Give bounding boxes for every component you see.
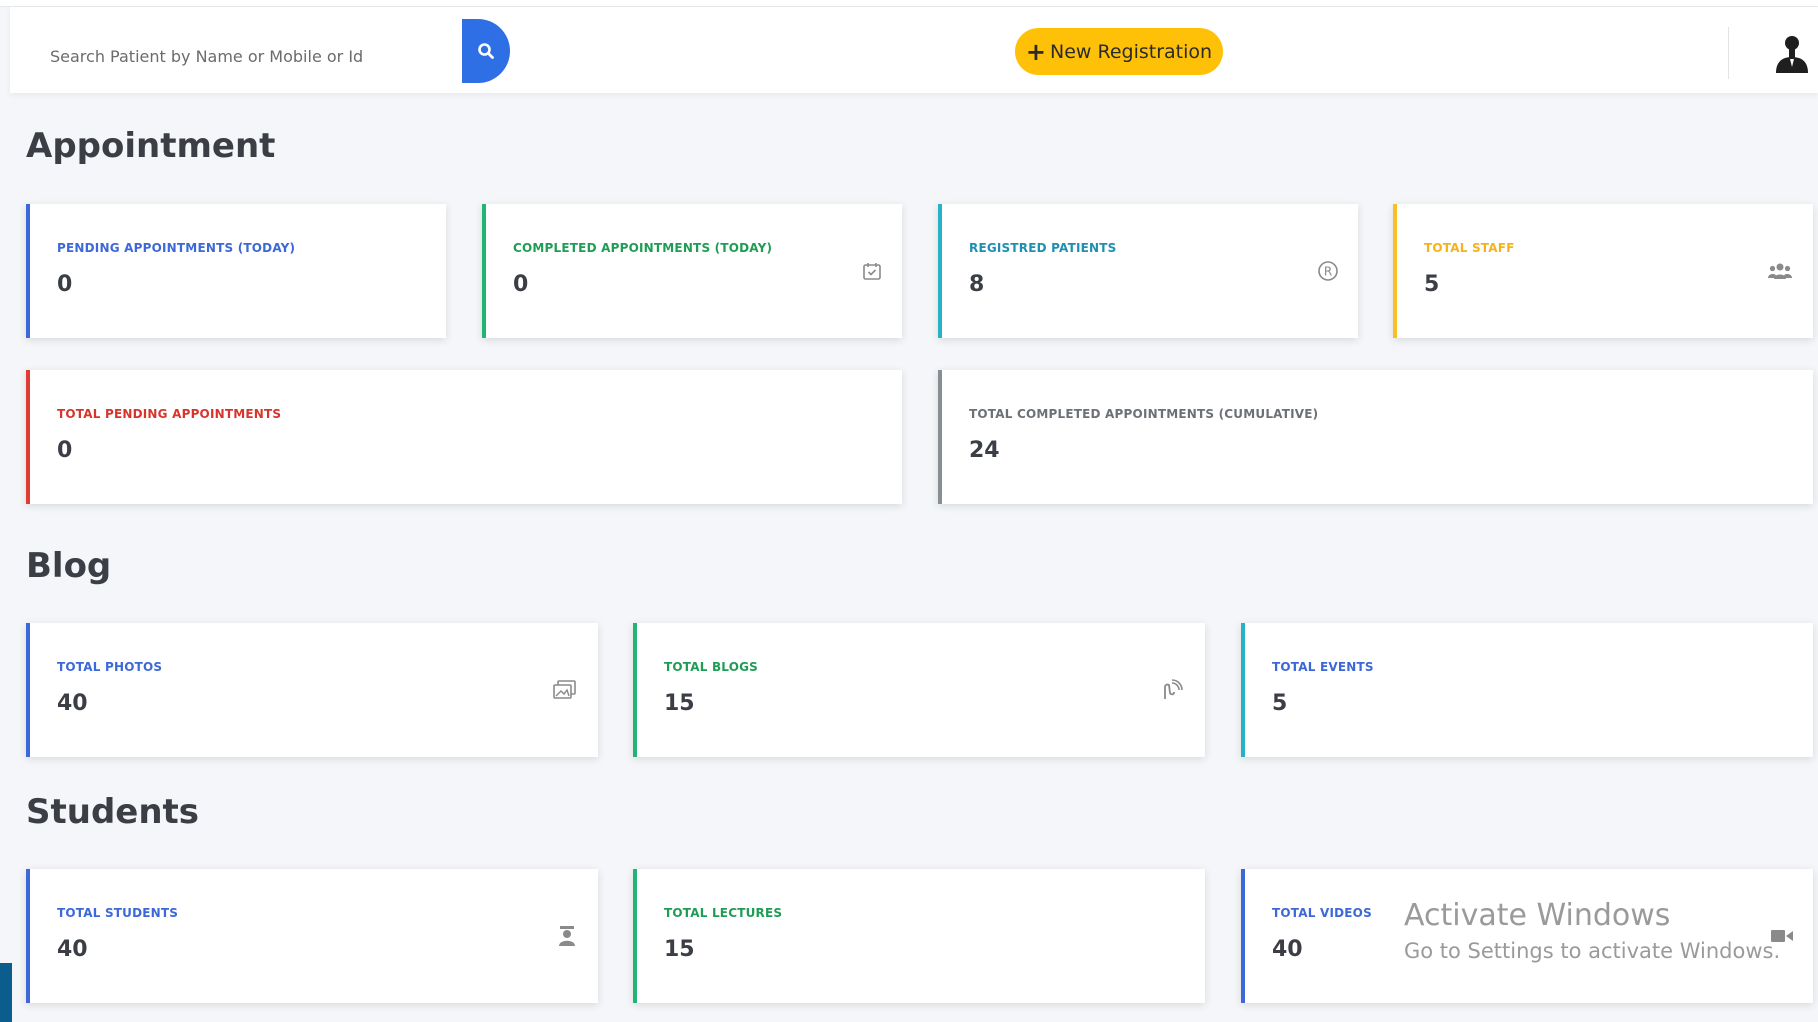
- users-icon: [1767, 258, 1793, 284]
- appointment-section-title: Appointment: [26, 126, 276, 166]
- new-registration-label: New Registration: [1050, 40, 1213, 63]
- card-value: 15: [664, 691, 695, 716]
- card-label: COMPLETED APPOINTMENTS (TODAY): [513, 241, 773, 255]
- card-label: TOTAL EVENTS: [1272, 660, 1374, 674]
- card-label: TOTAL STAFF: [1424, 241, 1515, 255]
- top-border: [0, 0, 1818, 7]
- user-icon[interactable]: [1773, 33, 1811, 73]
- activate-windows-watermark: Activate Windows Go to Settings to activ…: [1404, 898, 1780, 963]
- total-lectures-card[interactable]: TOTAL LECTURES 15: [633, 869, 1205, 1003]
- pending-appointments-today-card[interactable]: PENDING APPOINTMENTS (TODAY) 0: [26, 204, 446, 338]
- card-label: TOTAL VIDEOS: [1272, 906, 1372, 920]
- registered-icon: R: [1315, 258, 1341, 284]
- total-events-card[interactable]: TOTAL EVENTS 5: [1241, 623, 1813, 757]
- watermark-line2: Go to Settings to activate Windows.: [1404, 939, 1781, 963]
- watermark-line1: Activate Windows: [1404, 898, 1671, 933]
- svg-text:R: R: [1324, 265, 1332, 279]
- card-label: TOTAL PHOTOS: [57, 660, 163, 674]
- card-value: 5: [1424, 272, 1440, 297]
- card-value: 0: [57, 272, 73, 297]
- registered-patients-card[interactable]: REGISTRED PATIENTS 8 R: [938, 204, 1358, 338]
- total-pending-appointments-card[interactable]: TOTAL PENDING APPOINTMENTS 0: [26, 370, 902, 504]
- total-photos-card[interactable]: TOTAL PHOTOS 40: [26, 623, 598, 757]
- search-icon: [478, 43, 494, 59]
- card-value: 24: [969, 438, 1000, 463]
- header-divider: [1728, 27, 1729, 79]
- search-button[interactable]: [462, 19, 510, 83]
- blog-icon: [1159, 677, 1185, 703]
- card-label: TOTAL BLOGS: [664, 660, 759, 674]
- new-registration-button[interactable]: + New Registration: [1015, 28, 1223, 75]
- card-label: TOTAL COMPLETED APPOINTMENTS (CUMULATIVE…: [969, 407, 1319, 421]
- student-icon: [554, 923, 580, 949]
- card-value: 40: [57, 937, 88, 962]
- plus-icon: +: [1025, 37, 1047, 66]
- completed-appointments-today-card[interactable]: COMPLETED APPOINTMENTS (TODAY) 0: [482, 204, 902, 338]
- card-label: PENDING APPOINTMENTS (TODAY): [57, 241, 296, 255]
- total-blogs-card[interactable]: TOTAL BLOGS 15: [633, 623, 1205, 757]
- card-value: 5: [1272, 691, 1288, 716]
- top-header: + New Registration: [10, 7, 1818, 93]
- total-staff-card[interactable]: TOTAL STAFF 5: [1393, 204, 1813, 338]
- card-label: TOTAL PENDING APPOINTMENTS: [57, 407, 282, 421]
- card-label: TOTAL STUDENTS: [57, 906, 179, 920]
- blog-section-title: Blog: [26, 546, 112, 586]
- card-value: 8: [969, 272, 985, 297]
- card-label: TOTAL LECTURES: [664, 906, 783, 920]
- taskbar-corner: [0, 963, 12, 1022]
- total-students-card[interactable]: TOTAL STUDENTS 40: [26, 869, 598, 1003]
- card-value: 40: [57, 691, 88, 716]
- card-label: REGISTRED PATIENTS: [969, 241, 1117, 255]
- card-value: 15: [664, 937, 695, 962]
- patient-search-input[interactable]: [48, 29, 472, 83]
- calendar-check-icon: [859, 258, 885, 284]
- card-value: 0: [513, 272, 529, 297]
- card-value: 40: [1272, 937, 1303, 962]
- total-completed-appointments-card[interactable]: TOTAL COMPLETED APPOINTMENTS (CUMULATIVE…: [938, 370, 1813, 504]
- images-icon: [552, 677, 578, 703]
- card-value: 0: [57, 438, 73, 463]
- students-section-title: Students: [26, 792, 200, 832]
